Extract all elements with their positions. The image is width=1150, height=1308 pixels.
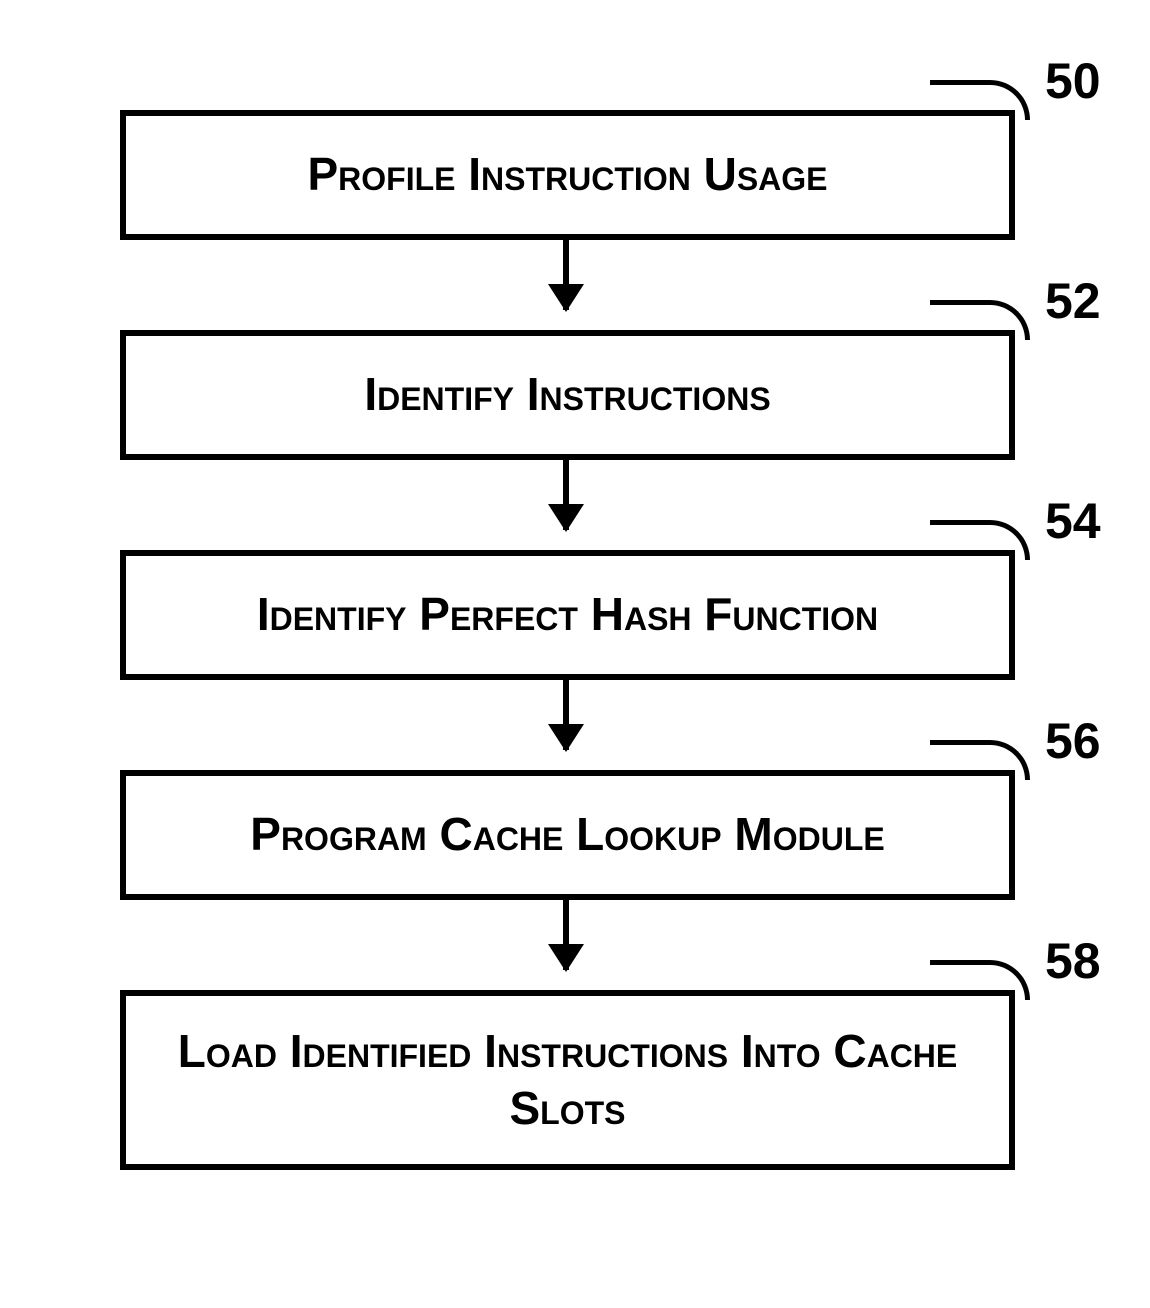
flow-step-52: Identify Instructions (120, 330, 1015, 460)
ref-52: 52 (1045, 272, 1101, 330)
flow-step-50-label: Profile Instruction Usage (307, 146, 827, 204)
flow-step-58: Load Identified Instructions Into Cache … (120, 990, 1015, 1170)
arrow-52-54 (563, 460, 569, 530)
flowchart-canvas: Profile Instruction Usage 50 Identify In… (0, 0, 1150, 1308)
flow-step-50: Profile Instruction Usage (120, 110, 1015, 240)
leader-50 (930, 80, 1030, 120)
leader-58 (930, 960, 1030, 1000)
ref-56: 56 (1045, 712, 1101, 770)
flow-step-56: Program Cache Lookup Module (120, 770, 1015, 900)
flow-step-54-label: Identify Perfect Hash Function (257, 586, 878, 644)
flow-step-58-label: Load Identified Instructions Into Cache … (146, 1023, 989, 1138)
ref-58: 58 (1045, 932, 1101, 990)
arrow-50-52 (563, 240, 569, 310)
arrow-56-58 (563, 900, 569, 970)
flow-step-52-label: Identify Instructions (364, 366, 770, 424)
arrow-54-56 (563, 680, 569, 750)
ref-50: 50 (1045, 52, 1101, 110)
flow-step-54: Identify Perfect Hash Function (120, 550, 1015, 680)
leader-52 (930, 300, 1030, 340)
leader-54 (930, 520, 1030, 560)
ref-54: 54 (1045, 492, 1101, 550)
flow-step-56-label: Program Cache Lookup Module (250, 806, 884, 864)
leader-56 (930, 740, 1030, 780)
